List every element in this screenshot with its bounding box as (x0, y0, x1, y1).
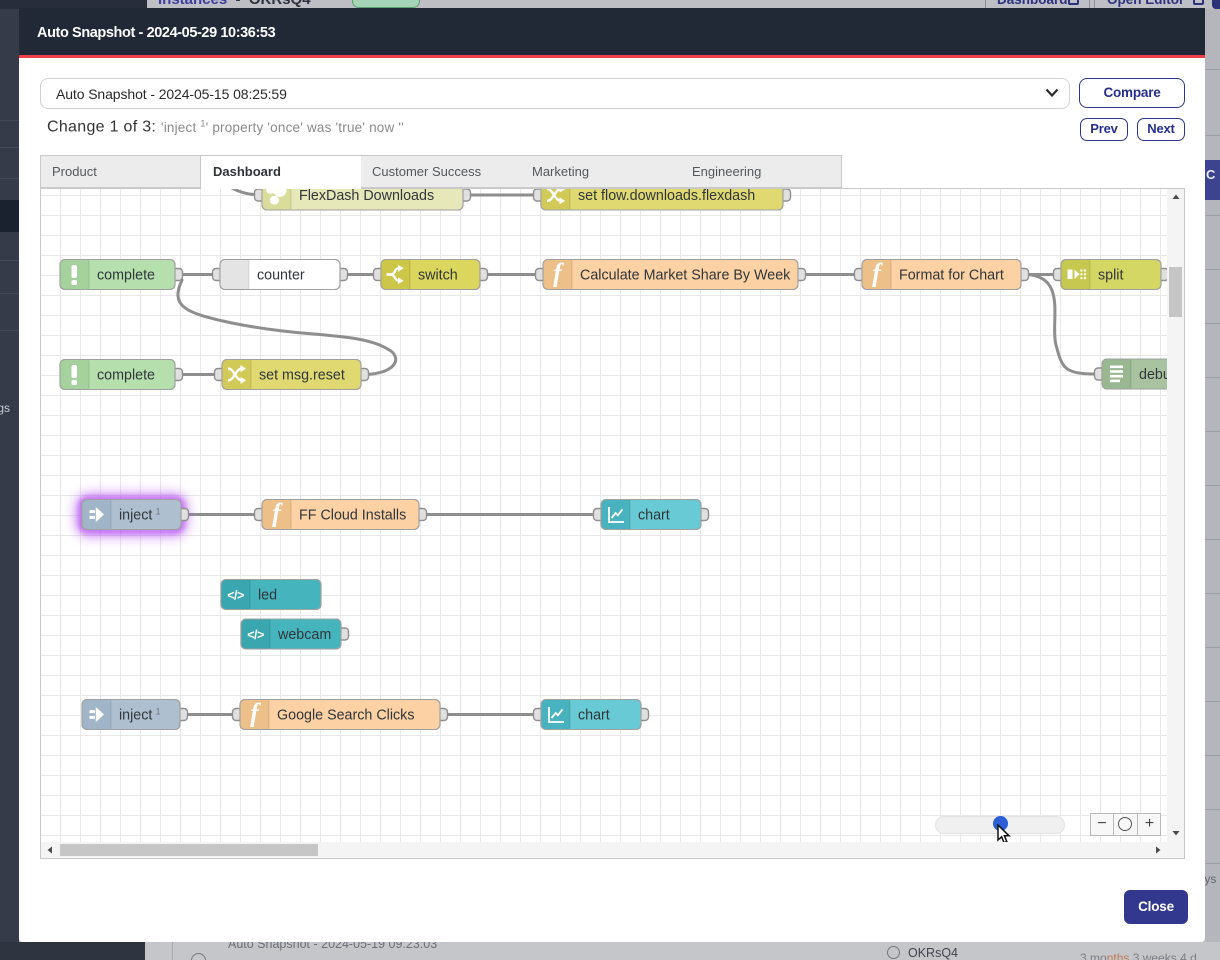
svg-text:FF Cloud Installs: FF Cloud Installs (299, 508, 406, 524)
svg-text:set flow.downloads.flexdash: set flow.downloads.flexdash (578, 189, 755, 204)
svg-text:</>: </> (247, 628, 264, 642)
svg-text:counter: counter (257, 268, 305, 284)
svg-text:debug: debug (1139, 367, 1167, 383)
svg-text:Calculate Market Share By Week: Calculate Market Share By Week (580, 268, 791, 284)
svg-text:led: led (258, 588, 277, 604)
svg-text:Format for Chart: Format for Chart (899, 268, 1004, 284)
svg-text:chart: chart (638, 508, 670, 524)
svg-text:complete: complete (97, 268, 155, 284)
svg-text:switch: switch (418, 268, 458, 284)
svg-text:FlexDash Downloads: FlexDash Downloads (299, 189, 434, 204)
svg-text:chart: chart (578, 708, 610, 724)
svg-text:complete: complete (97, 368, 155, 384)
svg-text:set msg.reset: set msg.reset (259, 368, 345, 384)
svg-text:split: split (1098, 268, 1123, 284)
svg-text:Google Search Clicks: Google Search Clicks (277, 708, 414, 724)
svg-text:webcam: webcam (277, 627, 331, 643)
svg-text:</>: </> (227, 588, 244, 602)
